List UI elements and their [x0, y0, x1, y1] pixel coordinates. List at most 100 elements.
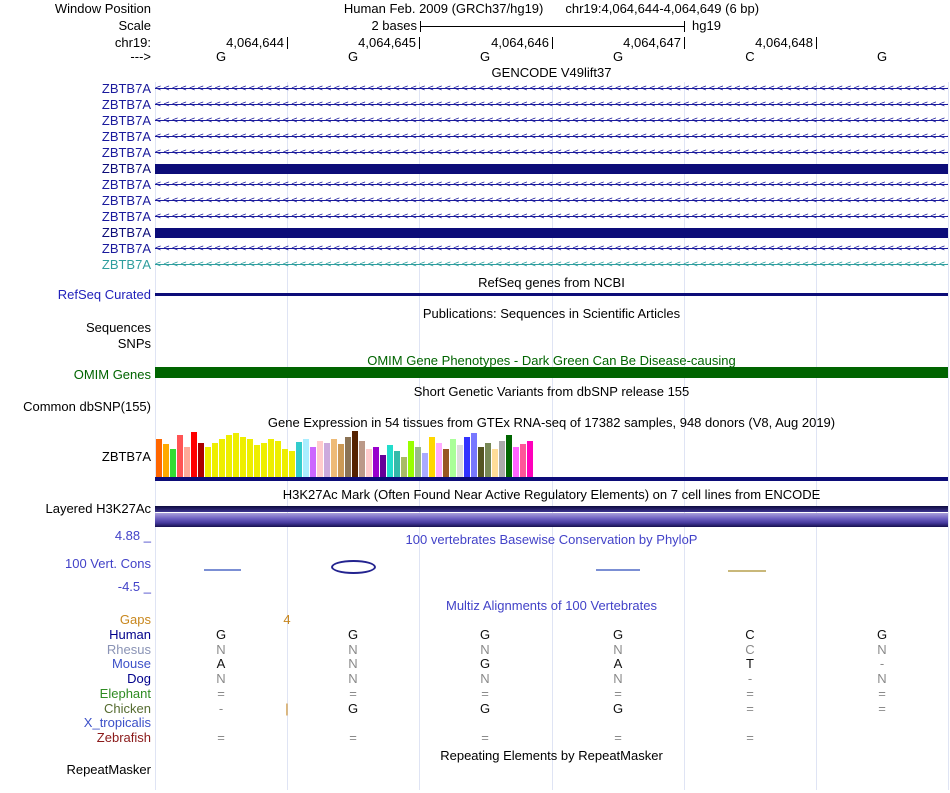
gtex-expression-bar[interactable]: [471, 433, 477, 477]
gtex-expression-bar[interactable]: [499, 441, 505, 477]
gtex-expression-bar[interactable]: [212, 443, 218, 477]
gtex-expression-bar[interactable]: [429, 437, 435, 477]
gtex-expression-bar[interactable]: [254, 445, 260, 477]
gene-direction-arrows[interactable]: <<<<<<<<<<<<<<<<<<<<<<<<<<<<<<<<<<<<<<<<…: [155, 130, 948, 143]
gtex-expression-bar[interactable]: [338, 444, 344, 477]
gtex-expression-bar[interactable]: [177, 435, 183, 477]
gtex-expression-bar[interactable]: [268, 439, 274, 477]
gtex-expression-bar[interactable]: [492, 449, 498, 477]
gene-label[interactable]: ZBTB7A: [0, 130, 151, 144]
gene-direction-arrows[interactable]: <<<<<<<<<<<<<<<<<<<<<<<<<<<<<<<<<<<<<<<<…: [155, 258, 948, 271]
gtex-expression-bar[interactable]: [205, 447, 211, 477]
gene-exon-bar[interactable]: [155, 164, 948, 174]
gtex-expression-bar[interactable]: [317, 441, 323, 477]
gene-direction-arrows[interactable]: <<<<<<<<<<<<<<<<<<<<<<<<<<<<<<<<<<<<<<<<…: [155, 210, 948, 223]
gtex-expression-bar[interactable]: [485, 443, 491, 477]
track-label-gaps[interactable]: Gaps: [0, 613, 151, 627]
species-label-chicken[interactable]: Chicken: [0, 702, 151, 716]
gene-label[interactable]: ZBTB7A: [0, 146, 151, 160]
track-label-phylop[interactable]: 100 Vert. Cons: [0, 557, 151, 571]
gtex-expression-bar[interactable]: [422, 453, 428, 477]
gtex-expression-bar[interactable]: [513, 447, 519, 477]
gtex-expression-bar[interactable]: [331, 439, 337, 477]
omim-gene-bar[interactable]: [155, 367, 948, 378]
gene-label[interactable]: ZBTB7A: [0, 226, 151, 240]
gene-direction-arrows[interactable]: <<<<<<<<<<<<<<<<<<<<<<<<<<<<<<<<<<<<<<<<…: [155, 82, 948, 95]
gtex-expression-bar[interactable]: [289, 451, 295, 477]
gtex-expression-bar[interactable]: [275, 441, 281, 477]
gtex-expression-bar[interactable]: [156, 439, 162, 477]
gtex-expression-bar[interactable]: [366, 449, 372, 477]
track-label-h3k27ac[interactable]: Layered H3K27Ac: [0, 502, 151, 516]
gtex-expression-bar[interactable]: [415, 447, 421, 477]
h3k27ac-signal-band-top[interactable]: [155, 506, 948, 512]
gtex-expression-bar[interactable]: [520, 444, 526, 477]
gtex-expression-bar[interactable]: [380, 455, 386, 477]
gtex-expression-bar[interactable]: [464, 437, 470, 477]
species-label-rhesus[interactable]: Rhesus: [0, 643, 151, 657]
gtex-expression-bar[interactable]: [247, 439, 253, 477]
species-label-human[interactable]: Human: [0, 628, 151, 642]
track-label-common-dbsnp[interactable]: Common dbSNP(155): [0, 400, 151, 414]
gtex-expression-bar[interactable]: [282, 449, 288, 477]
h3k27ac-signal-band[interactable]: [155, 513, 948, 527]
gtex-gene-model-line[interactable]: [155, 477, 948, 481]
species-label-zebrafish[interactable]: Zebrafish: [0, 731, 151, 745]
track-label-sequences[interactable]: Sequences: [0, 321, 151, 335]
gtex-expression-bar[interactable]: [198, 443, 204, 477]
gtex-expression-bar[interactable]: [527, 441, 533, 477]
gtex-expression-bar[interactable]: [345, 437, 351, 477]
gene-direction-arrows[interactable]: <<<<<<<<<<<<<<<<<<<<<<<<<<<<<<<<<<<<<<<<…: [155, 194, 948, 207]
species-label-mouse[interactable]: Mouse: [0, 657, 151, 671]
gtex-expression-bar[interactable]: [219, 439, 225, 477]
gtex-expression-bar[interactable]: [184, 447, 190, 477]
species-label-x_tropicalis[interactable]: X_tropicalis: [0, 716, 151, 730]
gtex-expression-bar[interactable]: [373, 447, 379, 477]
species-label-dog[interactable]: Dog: [0, 672, 151, 686]
gene-label[interactable]: ZBTB7A: [0, 178, 151, 192]
gene-label[interactable]: ZBTB7A: [0, 98, 151, 112]
track-label-omim-genes[interactable]: OMIM Genes: [0, 368, 151, 382]
gtex-expression-bar[interactable]: [450, 439, 456, 477]
gtex-expression-bar[interactable]: [310, 447, 316, 477]
refseq-gene-line[interactable]: [155, 293, 948, 296]
gtex-expression-bar[interactable]: [324, 443, 330, 477]
gene-label[interactable]: ZBTB7A: [0, 82, 151, 96]
gtex-expression-bar[interactable]: [506, 435, 512, 477]
gene-label[interactable]: ZBTB7A: [0, 242, 151, 256]
gtex-expression-bar[interactable]: [401, 457, 407, 477]
gene-direction-arrows[interactable]: <<<<<<<<<<<<<<<<<<<<<<<<<<<<<<<<<<<<<<<<…: [155, 242, 948, 255]
gtex-expression-bar[interactable]: [303, 439, 309, 477]
gtex-expression-bar[interactable]: [170, 449, 176, 477]
gtex-expression-bar[interactable]: [352, 431, 358, 477]
gtex-expression-bar[interactable]: [394, 451, 400, 477]
gene-exon-bar[interactable]: [155, 228, 948, 238]
gtex-expression-bar[interactable]: [163, 444, 169, 477]
gtex-expression-bar[interactable]: [408, 441, 414, 477]
gene-label[interactable]: ZBTB7A: [0, 258, 151, 272]
track-label-snps[interactable]: SNPs: [0, 337, 151, 351]
gtex-expression-bar[interactable]: [457, 445, 463, 477]
gtex-expression-bar[interactable]: [296, 442, 302, 477]
gene-direction-arrows[interactable]: <<<<<<<<<<<<<<<<<<<<<<<<<<<<<<<<<<<<<<<<…: [155, 98, 948, 111]
gtex-expression-bar[interactable]: [478, 447, 484, 477]
track-label-refseq-curated[interactable]: RefSeq Curated: [0, 288, 151, 302]
gene-label[interactable]: ZBTB7A: [0, 194, 151, 208]
gtex-expression-bar[interactable]: [240, 437, 246, 477]
gtex-expression-bar[interactable]: [443, 449, 449, 477]
gtex-expression-bar[interactable]: [226, 435, 232, 477]
gtex-expression-bar[interactable]: [191, 432, 197, 477]
gene-direction-arrows[interactable]: <<<<<<<<<<<<<<<<<<<<<<<<<<<<<<<<<<<<<<<<…: [155, 178, 948, 191]
gtex-expression-bar[interactable]: [436, 443, 442, 477]
gtex-expression-bar[interactable]: [233, 433, 239, 477]
gene-direction-arrows[interactable]: <<<<<<<<<<<<<<<<<<<<<<<<<<<<<<<<<<<<<<<<…: [155, 114, 948, 127]
gene-label[interactable]: ZBTB7A: [0, 210, 151, 224]
gene-label[interactable]: ZBTB7A: [0, 114, 151, 128]
gene-direction-arrows[interactable]: <<<<<<<<<<<<<<<<<<<<<<<<<<<<<<<<<<<<<<<<…: [155, 146, 948, 159]
gene-label[interactable]: ZBTB7A: [0, 162, 151, 176]
gtex-expression-bar[interactable]: [387, 445, 393, 477]
species-label-elephant[interactable]: Elephant: [0, 687, 151, 701]
track-label-gtex-gene[interactable]: ZBTB7A: [0, 450, 151, 464]
gtex-expression-bar[interactable]: [359, 441, 365, 477]
gtex-expression-bar[interactable]: [261, 443, 267, 477]
